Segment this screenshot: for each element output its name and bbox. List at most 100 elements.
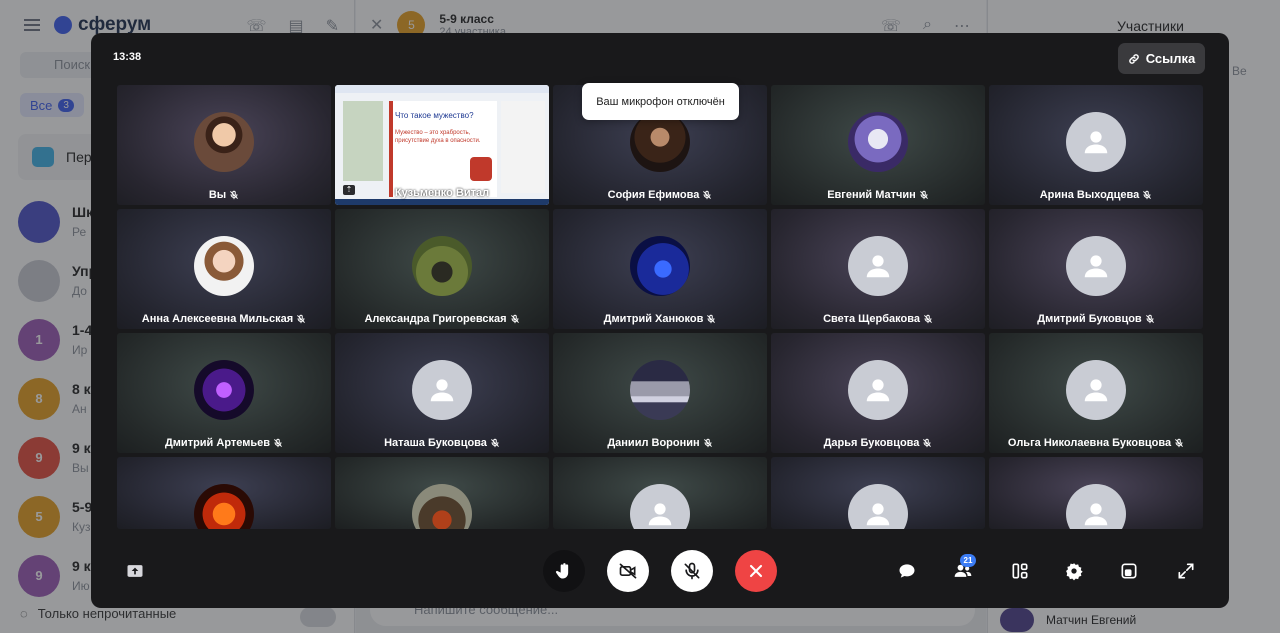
- participant-name: Дмитрий Артемьев: [164, 437, 271, 449]
- avatar: [194, 236, 254, 296]
- participant-name: Дмитрий Ханюков: [603, 313, 704, 325]
- raise-hand-button[interactable]: [543, 550, 585, 592]
- mic-off-tooltip: Ваш микрофон отключён: [582, 83, 739, 120]
- fullscreen-icon: [1178, 563, 1194, 579]
- participants-grid: Вы Что такое мужество? Мужество – это храб…: [117, 85, 1205, 531]
- hang-up-button[interactable]: [735, 550, 777, 592]
- mic-muted-icon: [923, 314, 933, 324]
- participant-label: Дмитрий Ханюков: [553, 313, 767, 325]
- avatar: [194, 112, 254, 172]
- participant-label: София Ефимова: [553, 189, 767, 201]
- mic-muted-icon: [296, 314, 306, 324]
- participant-name: Александра Григоревская: [364, 313, 507, 325]
- shared-doc-title: Что такое мужество?: [395, 111, 474, 120]
- copy-link-button[interactable]: Ссылка: [1118, 43, 1205, 74]
- avatar: [848, 112, 908, 172]
- fullscreen-button[interactable]: [1174, 559, 1198, 583]
- participant-name: Арина Выходцева: [1039, 189, 1140, 201]
- mic-muted-icon: [922, 438, 932, 448]
- participant-name: Ольга Николаевна Буковцова: [1007, 437, 1172, 449]
- participant-tile[interactable]: Дмитрий Артемьев: [117, 333, 331, 453]
- participant-tile[interactable]: Наташа Буковцова: [335, 333, 549, 453]
- participant-tile[interactable]: Анна Алексеевна Мильская: [117, 209, 331, 329]
- participant-label: Дмитрий Артемьев: [117, 437, 331, 449]
- default-avatar-icon: [1066, 484, 1126, 529]
- participant-tile[interactable]: [771, 457, 985, 529]
- mic-muted-icon: [490, 438, 500, 448]
- mic-muted-icon: [703, 438, 713, 448]
- mic-muted-icon: [1174, 438, 1184, 448]
- mic-toggle-button[interactable]: [671, 550, 713, 592]
- layout-button[interactable]: [1008, 559, 1032, 583]
- participant-label: Наташа Буковцова: [335, 437, 549, 449]
- participant-tile[interactable]: Дмитрий Ханюков: [553, 209, 767, 329]
- avatar: [630, 112, 690, 172]
- participant-tile[interactable]: Дмитрий Буковцов: [989, 209, 1203, 329]
- participant-tile[interactable]: [553, 457, 767, 529]
- settings-button[interactable]: [1062, 559, 1086, 583]
- shared-doc-text: Мужество – это храбрость, присутствие ду…: [395, 130, 481, 144]
- shared-sidebar: [343, 101, 383, 181]
- shared-panel: [501, 101, 545, 193]
- share-screen-icon: [127, 565, 143, 577]
- avatar: [412, 484, 472, 529]
- participant-tile[interactable]: Ольга Николаевна Буковцова: [989, 333, 1203, 453]
- participant-tile[interactable]: Арина Выходцева: [989, 85, 1203, 205]
- participant-tile[interactable]: Вы: [117, 85, 331, 205]
- participant-name: Наташа Буковцова: [384, 437, 487, 449]
- participant-tile[interactable]: [335, 457, 549, 529]
- settings-icon: [1066, 563, 1083, 581]
- participant-label: Александра Григоревская: [335, 313, 549, 325]
- screen-share-tile[interactable]: Что такое мужество? Мужество – это храбро…: [335, 85, 549, 205]
- participant-tile[interactable]: [989, 457, 1203, 529]
- avatar: [194, 360, 254, 420]
- participant-tile[interactable]: Даниил Воронин: [553, 333, 767, 453]
- participant-label: Ольга Николаевна Буковцова: [989, 437, 1203, 449]
- shared-taskbar: [335, 199, 549, 205]
- participant-tile[interactable]: Света Щербакова: [771, 209, 985, 329]
- pip-icon: [1121, 563, 1137, 579]
- camera-toggle-button[interactable]: [607, 550, 649, 592]
- mic-muted-icon: [1145, 314, 1155, 324]
- hang-up-icon: [749, 564, 763, 578]
- default-avatar-icon: [630, 484, 690, 529]
- call-controls: 21: [91, 531, 1229, 608]
- participant-tile[interactable]: [117, 457, 331, 529]
- participant-name: Света Щербакова: [823, 313, 920, 325]
- emblem-icon: [470, 157, 492, 181]
- raise-hand-icon: [555, 563, 569, 579]
- avatar: [194, 484, 254, 529]
- mic-muted-icon: [706, 314, 716, 324]
- participant-tile[interactable]: Дарья Буковцова: [771, 333, 985, 453]
- mic-muted-icon: [1142, 190, 1152, 200]
- chat-button[interactable]: [895, 559, 919, 583]
- call-timer: 13:38: [113, 51, 142, 63]
- shared-toolbar: [335, 85, 549, 93]
- mic-muted-icon: [229, 190, 239, 200]
- participants-count-badge: 21: [960, 554, 976, 567]
- avatar: [630, 360, 690, 420]
- default-avatar-icon: [848, 236, 908, 296]
- mic-muted-icon: [510, 314, 520, 324]
- camera-off-icon: [619, 563, 637, 579]
- default-avatar-icon: [412, 360, 472, 420]
- video-call-window: 13:38 Ссылка Вы Что такое мужество? Мужест…: [91, 33, 1229, 608]
- participant-name: Даниил Воронин: [607, 437, 700, 449]
- default-avatar-icon: [1066, 236, 1126, 296]
- avatar: [412, 236, 472, 296]
- participant-name: Кузьменко Витал: [394, 187, 490, 199]
- participant-name: Дарья Буковцова: [823, 437, 920, 449]
- copy-link-label: Ссылка: [1145, 51, 1196, 66]
- mic-off-icon: [684, 562, 700, 580]
- participant-label: Анна Алексеевна Мильская: [117, 313, 331, 325]
- participant-tile[interactable]: Александра Григоревская: [335, 209, 549, 329]
- pip-button[interactable]: [1117, 559, 1141, 583]
- avatar: [630, 236, 690, 296]
- participant-name: Анна Алексеевна Мильская: [141, 313, 294, 325]
- participant-label: Арина Выходцева: [989, 189, 1203, 201]
- mic-muted-icon: [919, 190, 929, 200]
- participant-name: София Ефимова: [607, 189, 700, 201]
- participant-tile[interactable]: Евгений Матчин: [771, 85, 985, 205]
- share-screen-button[interactable]: [123, 559, 147, 583]
- participant-name: Евгений Матчин: [827, 189, 916, 201]
